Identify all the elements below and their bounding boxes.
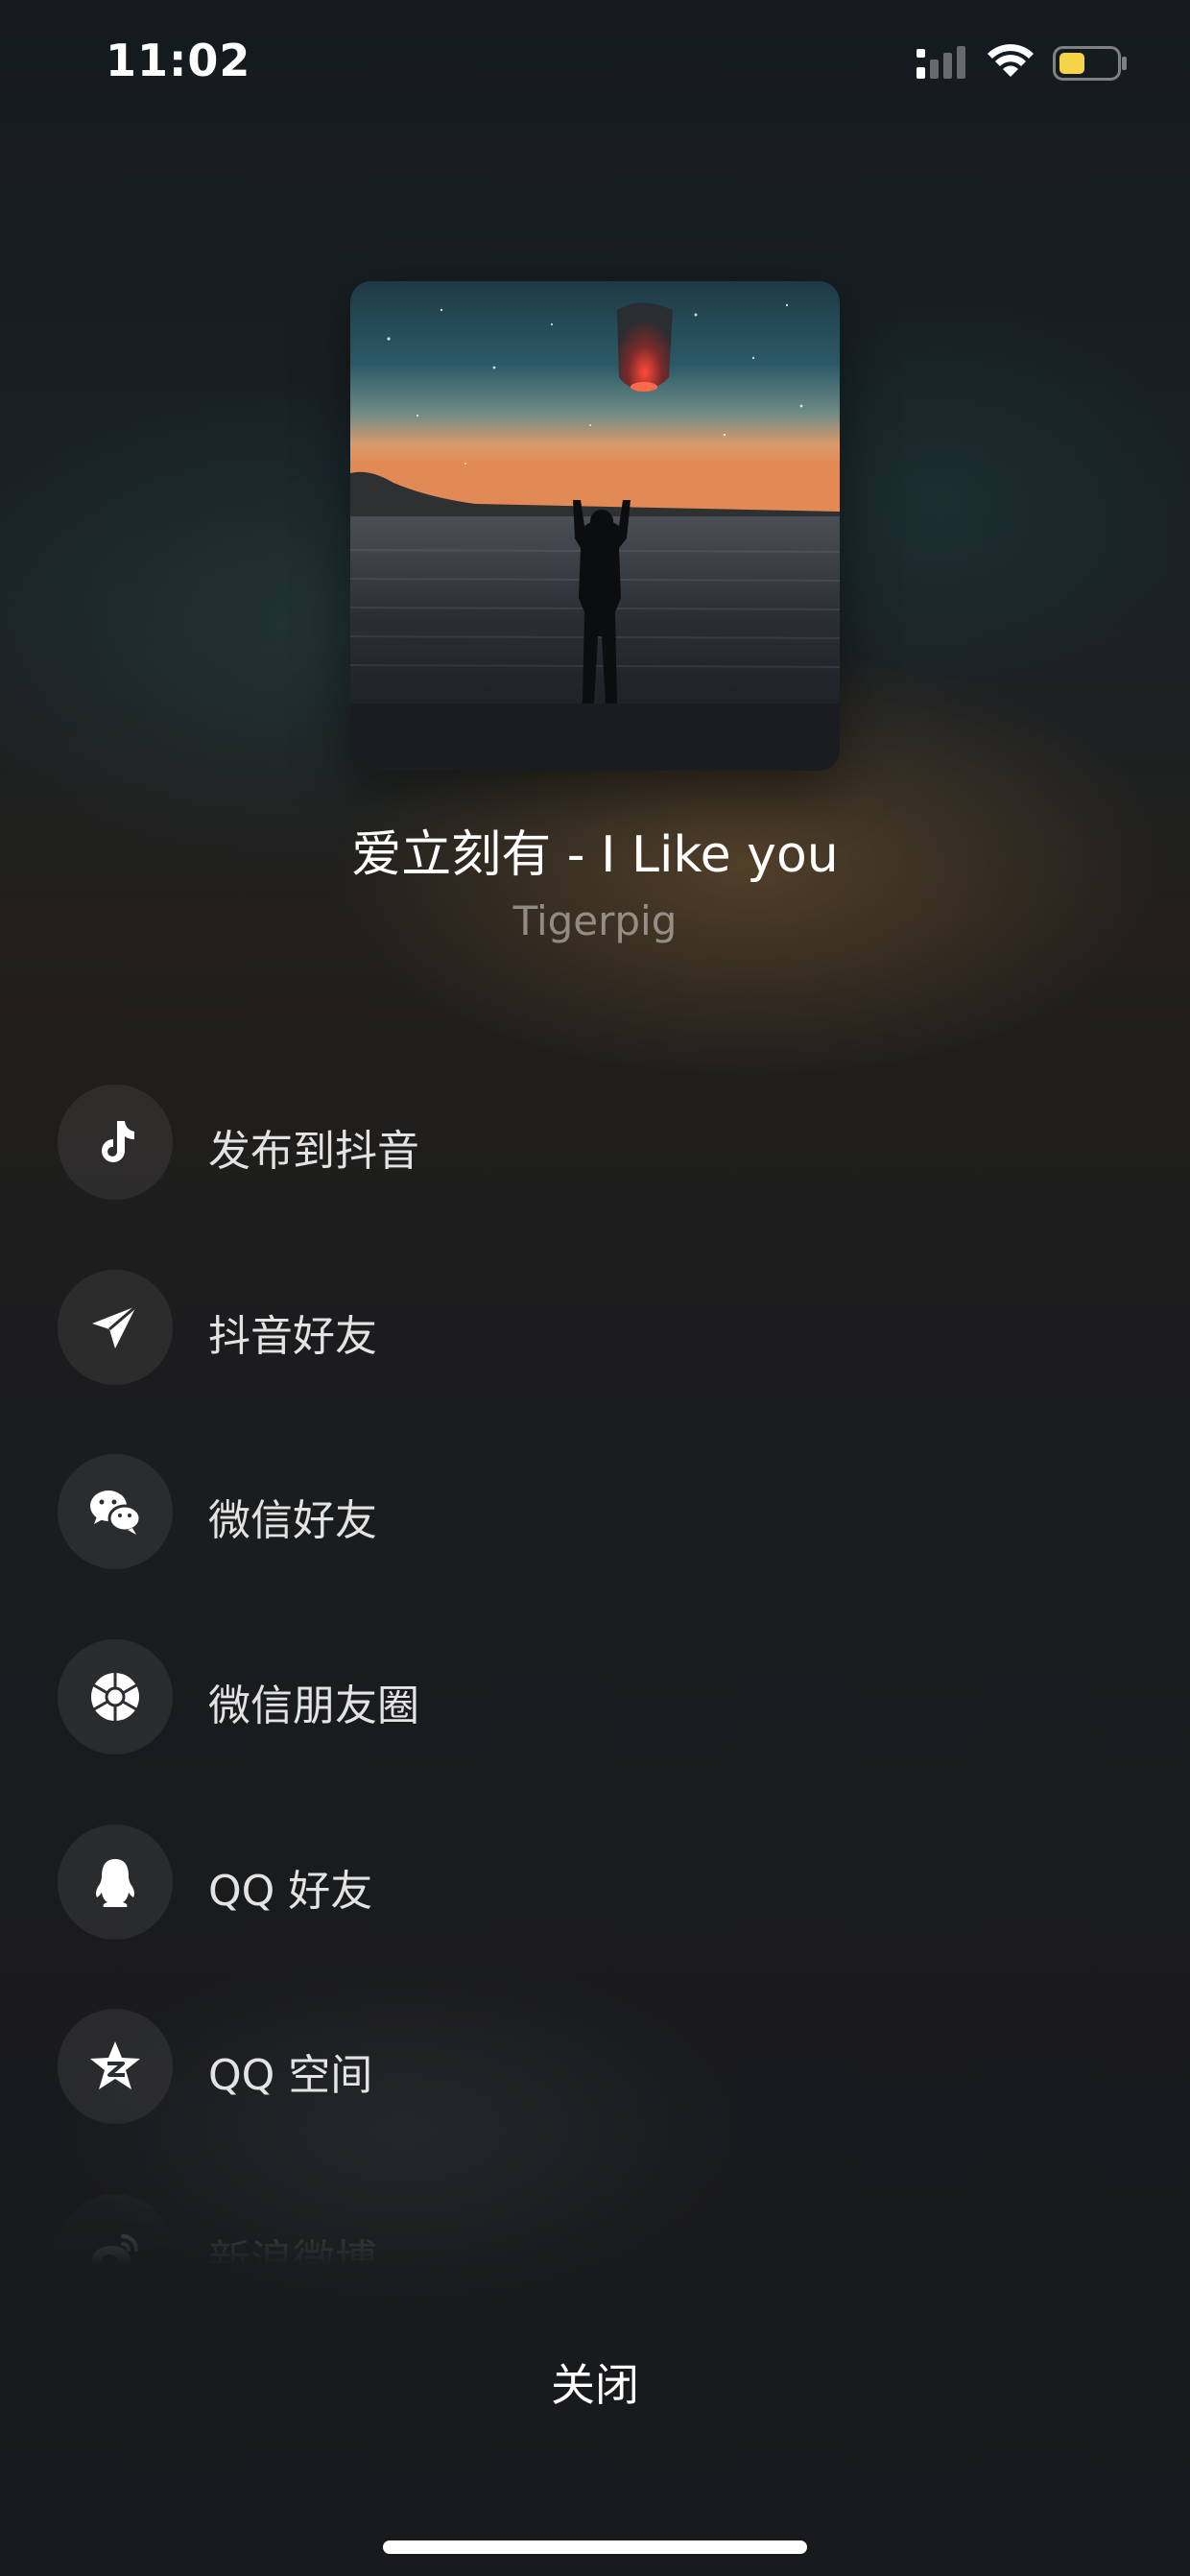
share-option-icon-circle — [58, 1085, 173, 1200]
share-option-label: 新浪微博 — [208, 2236, 377, 2267]
home-indicator — [383, 2540, 807, 2554]
share-option-wechat-friends[interactable]: 微信好友 — [58, 1454, 1132, 1569]
cellular-signal-icon — [916, 46, 965, 79]
share-sheet-screen: 11:02 爱立刻有 - I Like you Tigerpig 发布到抖音 抖… — [0, 0, 1190, 2576]
wechat-icon — [90, 1491, 142, 1535]
douyin-icon — [102, 1121, 134, 1162]
status-time: 11:02 — [106, 35, 251, 86]
share-option-label: QQ 空间 — [208, 2051, 373, 2100]
weibo-icon — [92, 2234, 138, 2267]
share-option-icon-circle — [58, 1639, 173, 1754]
qzone-icon — [90, 2041, 140, 2089]
share-option-label: 微信朋友圈 — [208, 1682, 419, 1730]
share-options-list: 发布到抖音 抖音好友 微信好友 微信朋友圈 QQ 好友 QQ 空间 新浪微博 — [0, 1085, 1190, 2267]
album-cover — [350, 281, 840, 771]
share-option-weibo[interactable]: 新浪微博 — [58, 2194, 1132, 2267]
wechat-moments-icon — [91, 1673, 139, 1721]
song-title: 爱立刻有 - I Like you — [351, 826, 839, 884]
share-option-icon-circle — [58, 1454, 173, 1569]
share-option-icon-circle — [58, 1825, 173, 1940]
share-option-douyin-publish[interactable]: 发布到抖音 — [58, 1085, 1132, 1200]
share-option-icon-circle — [58, 2194, 173, 2267]
share-option-wechat-moments[interactable]: 微信朋友圈 — [58, 1639, 1132, 1754]
share-option-label: QQ 好友 — [208, 1867, 373, 1916]
battery-low-icon — [1053, 46, 1127, 81]
wifi-icon — [988, 44, 1034, 77]
share-option-label: 发布到抖音 — [208, 1127, 419, 1176]
share-option-douyin-friends[interactable]: 抖音好友 — [58, 1270, 1132, 1385]
status-bar: 11:02 — [0, 0, 1190, 134]
qq-icon — [96, 1859, 134, 1907]
share-option-icon-circle — [58, 2009, 173, 2124]
share-option-label: 微信好友 — [208, 1496, 377, 1545]
share-option-qq-friends[interactable]: QQ 好友 — [58, 1825, 1132, 1940]
paper-plane-icon — [92, 1304, 137, 1348]
close-button[interactable]: 关闭 — [451, 2342, 739, 2428]
share-option-icon-circle — [58, 1270, 173, 1385]
share-option-qzone[interactable]: QQ 空间 — [58, 2009, 1132, 2124]
song-artist: Tigerpig — [512, 897, 678, 944]
share-option-label: 抖音好友 — [208, 1312, 377, 1361]
